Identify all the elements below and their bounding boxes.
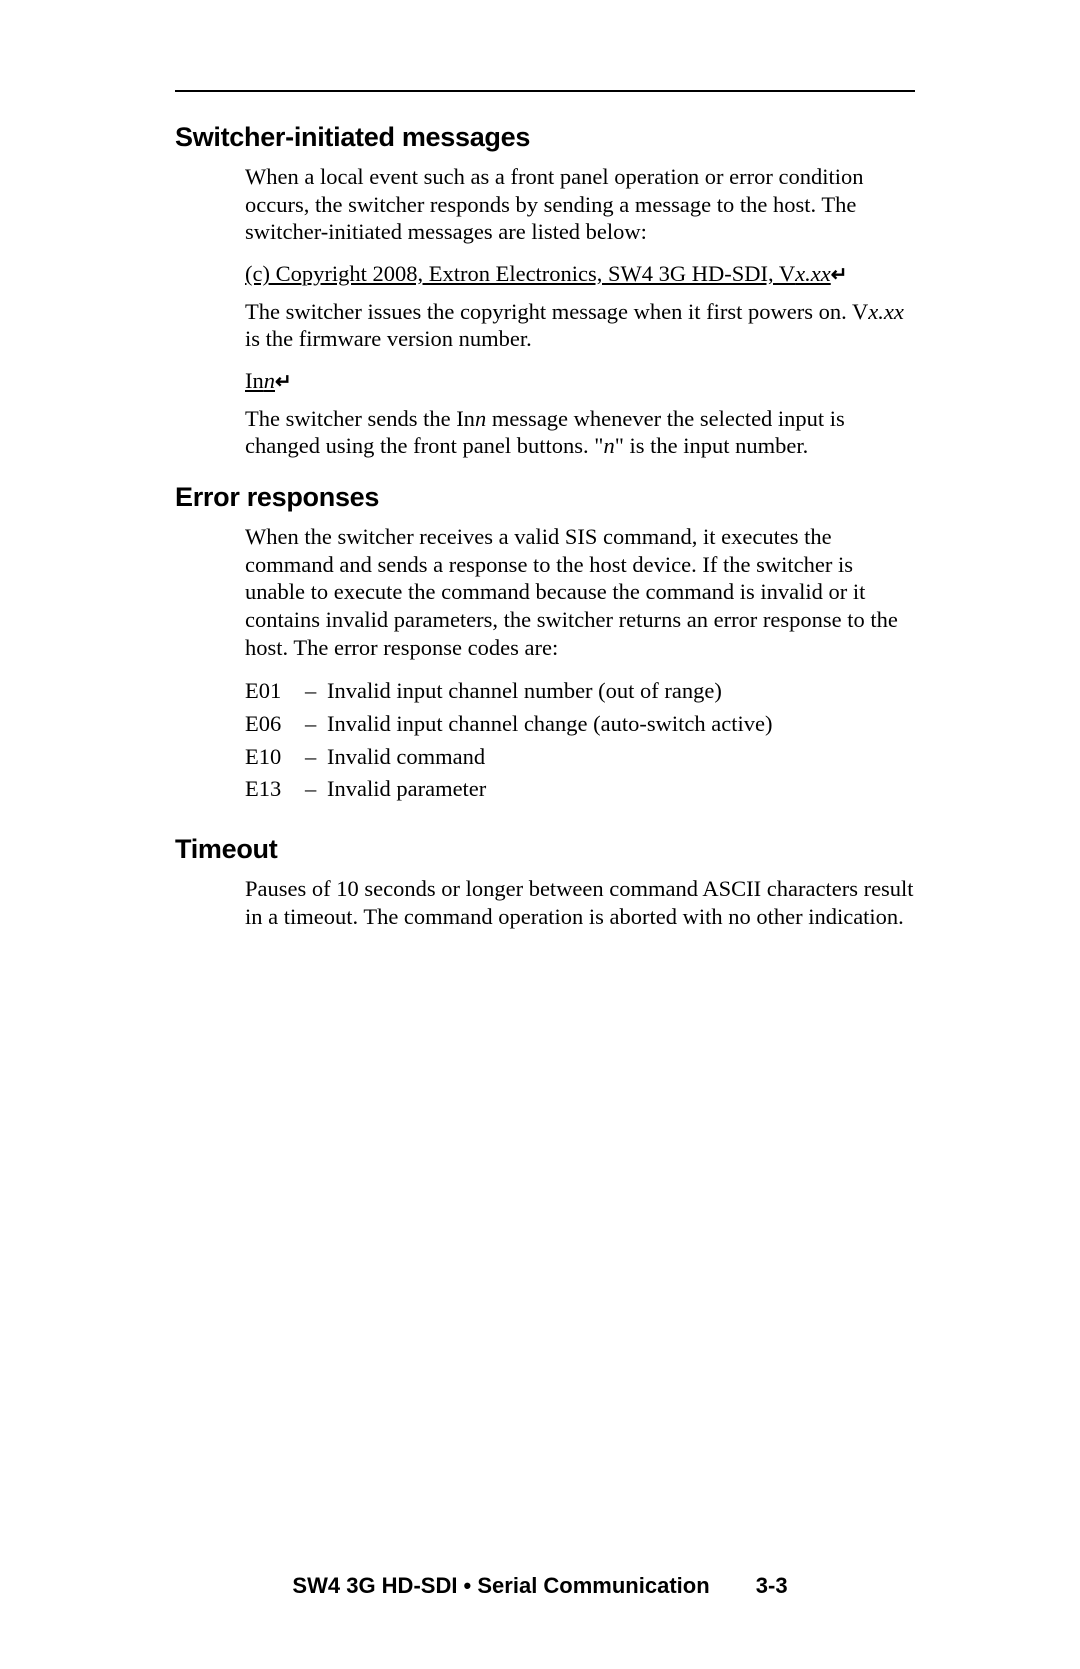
error-code: E13: [245, 773, 305, 806]
error-desc: Invalid parameter: [327, 773, 486, 806]
para3-var2: n: [603, 433, 614, 458]
error-dash: –: [305, 675, 327, 708]
error-code: E06: [245, 708, 305, 741]
copyright-prefix: (c) Copyright 2008, Extron Electronics, …: [245, 261, 795, 286]
error-code: E10: [245, 741, 305, 774]
page-content: Switcher-initiated messages When a local…: [0, 0, 1080, 930]
page-footer: SW4 3G HD-SDI • Serial Communication 3-3: [0, 1573, 1080, 1599]
error-dash: –: [305, 741, 327, 774]
copyright-var: x.xx: [795, 261, 831, 286]
error-dash: –: [305, 773, 327, 806]
para3-suffix: " is the input number.: [615, 433, 809, 458]
para2-prefix: The switcher issues the copyright messag…: [245, 299, 868, 324]
error-item: E06 – Invalid input channel change (auto…: [245, 708, 915, 741]
error-code: E01: [245, 675, 305, 708]
top-rule: [175, 90, 915, 92]
switcher-para2: The switcher issues the copyright messag…: [245, 298, 915, 353]
error-item: E01 – Invalid input channel number (out …: [245, 675, 915, 708]
heading-timeout: Timeout: [175, 834, 915, 865]
heading-errors: Error responses: [175, 482, 915, 513]
section-errors: Error responses When the switcher receiv…: [175, 482, 915, 806]
switcher-para3: The switcher sends the Inn message whene…: [245, 405, 915, 460]
return-icon: ↵: [275, 370, 292, 395]
footer-page: 3-3: [756, 1573, 788, 1599]
para3-prefix: The switcher sends the In: [245, 406, 475, 431]
para2-var: x.xx: [868, 299, 904, 324]
timeout-para1: Pauses of 10 seconds or longer between c…: [245, 875, 915, 930]
switcher-para1: When a local event such as a front panel…: [245, 163, 915, 246]
inn-prefix: In: [245, 368, 264, 393]
errors-para1: When the switcher receives a valid SIS c…: [245, 523, 915, 661]
heading-switcher: Switcher-initiated messages: [175, 122, 915, 153]
error-item: E10 – Invalid command: [245, 741, 915, 774]
footer-title: SW4 3G HD-SDI • Serial Communication: [292, 1573, 709, 1598]
error-item: E13 – Invalid parameter: [245, 773, 915, 806]
error-dash: –: [305, 708, 327, 741]
error-desc: Invalid input channel change (auto-switc…: [327, 708, 772, 741]
para2-suffix: is the firmware version number.: [245, 326, 532, 351]
error-list: E01 – Invalid input channel number (out …: [245, 675, 915, 806]
return-icon: ↵: [831, 263, 848, 288]
copyright-line: (c) Copyright 2008, Extron Electronics, …: [245, 260, 915, 288]
error-desc: Invalid input channel number (out of ran…: [327, 675, 722, 708]
para3-var1: n: [475, 406, 486, 431]
section-timeout: Timeout Pauses of 10 seconds or longer b…: [175, 834, 915, 930]
error-desc: Invalid command: [327, 741, 485, 774]
section-switcher: Switcher-initiated messages When a local…: [175, 122, 915, 460]
inn-var: n: [264, 368, 275, 393]
inn-line: Inn↵: [245, 367, 915, 395]
